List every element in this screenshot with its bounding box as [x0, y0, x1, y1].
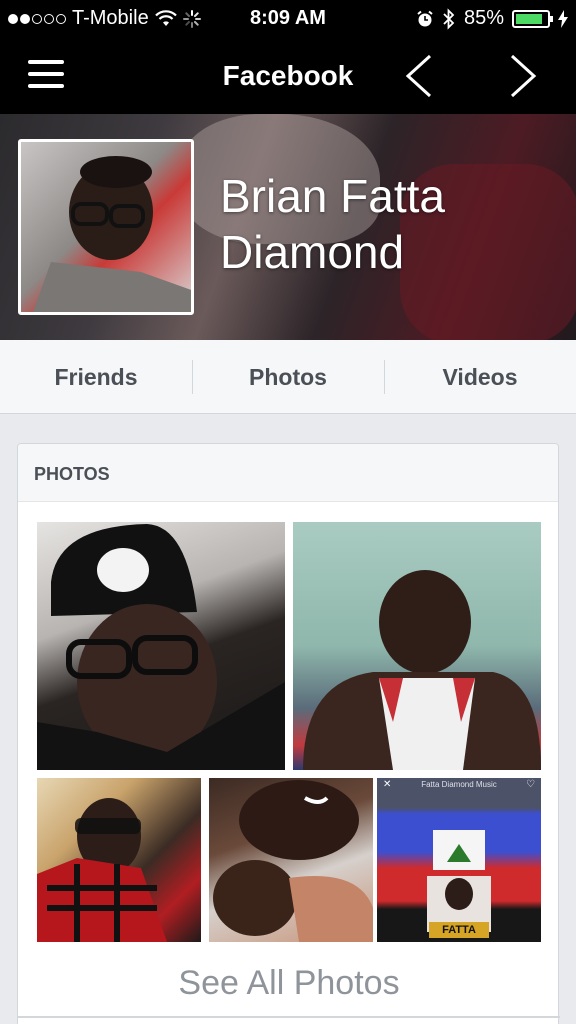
charging-icon — [558, 9, 568, 28]
status-right-group: 85% — [416, 7, 568, 30]
alarm-icon — [417, 10, 433, 26]
chevron-right-icon[interactable] — [502, 52, 542, 100]
profile-picture[interactable] — [18, 139, 194, 315]
photo-thumbnail-4[interactable] — [209, 778, 373, 942]
battery-percent: 85% — [463, 7, 504, 29]
profile-name-line2: Diamond — [220, 226, 405, 278]
status-bar: T-Mobile 8:09 AM 85% — [0, 0, 576, 38]
tab-friends[interactable]: Friends — [0, 340, 192, 413]
photos-card-header: PHOTOS — [18, 444, 558, 502]
navigation-bar: Facebook — [0, 38, 576, 114]
music-logo: FATTA — [429, 922, 489, 938]
photos-card: PHOTOS ✕ Fatta Diamond Music ♡ FATTA See… — [17, 443, 560, 1024]
tab-photos[interactable]: Photos — [192, 340, 384, 413]
photo-thumbnail-2[interactable] — [293, 522, 541, 770]
photo-thumbnail-5[interactable]: ✕ Fatta Diamond Music ♡ FATTA — [377, 778, 541, 942]
battery-fill — [516, 13, 542, 24]
profile-tabs: Friends Photos Videos — [0, 340, 576, 414]
see-all-photos-link[interactable]: See All Photos — [18, 964, 560, 1003]
tab-videos[interactable]: Videos — [384, 340, 576, 413]
divider — [18, 1016, 560, 1018]
photo-thumbnail-3[interactable] — [37, 778, 201, 942]
profile-name: Brian Fatta Diamond — [220, 168, 445, 280]
battery-icon — [512, 9, 553, 28]
profile-name-line1: Brian Fatta — [220, 170, 445, 222]
photo-thumbnail-1[interactable] — [37, 522, 285, 770]
nav-title: Facebook — [222, 60, 354, 91]
chevron-left-icon[interactable] — [400, 52, 440, 100]
bluetooth-icon — [443, 7, 455, 30]
